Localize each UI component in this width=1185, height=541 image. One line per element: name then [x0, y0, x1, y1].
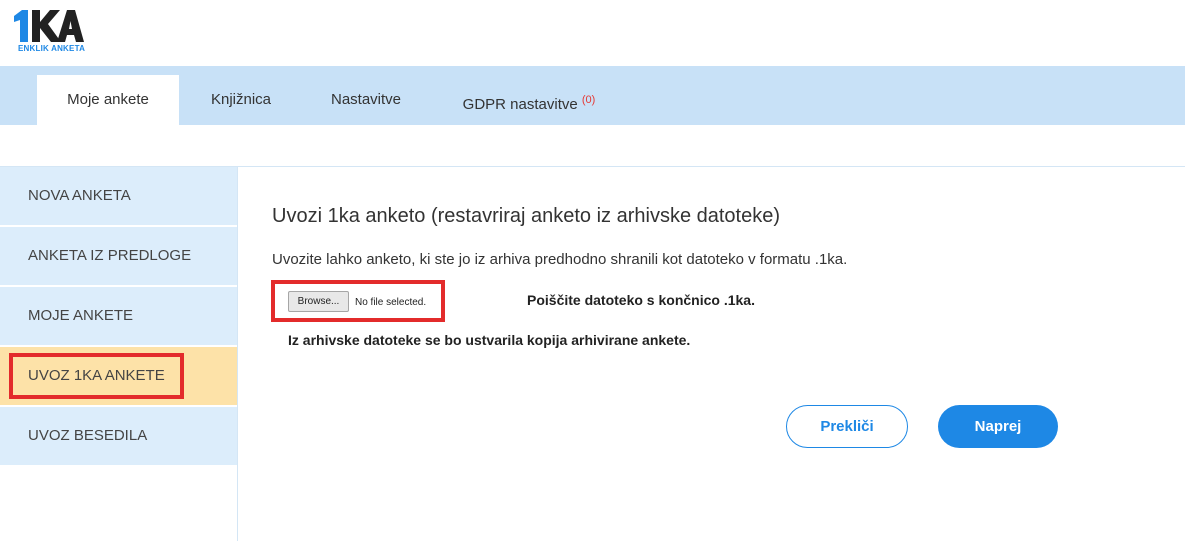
- page-title: Uvozi 1ka anketo (restavriraj anketo iz …: [272, 205, 781, 227]
- file-status-text: No file selected.: [355, 297, 427, 308]
- next-button[interactable]: Naprej: [938, 405, 1058, 448]
- sidebar-item-label: UVOZ 1KA ANKETE: [28, 367, 165, 384]
- browse-button[interactable]: Browse...: [288, 291, 349, 312]
- sidebar-item-label: MOJE ANKETE: [28, 307, 134, 324]
- main-navbar: Moje ankete Knjižnica Nastavitve GDPR na…: [0, 66, 1185, 125]
- tab-nastavitve[interactable]: Nastavitve: [315, 75, 417, 125]
- gdpr-badge: (0): [581, 94, 596, 106]
- page-description: Uvozite lahko anketo, ki ste jo iz arhiv…: [272, 251, 848, 268]
- tab-label: GDPR nastavitve: [462, 96, 578, 113]
- logo[interactable]: ENKLIK ANKETA: [12, 8, 102, 58]
- sidebar-item-anketa-iz-predloge[interactable]: ANKETA IZ PREDLOGE: [0, 227, 237, 285]
- header: ENKLIK ANKETA: [0, 0, 1185, 66]
- logo-subtitle: ENKLIK ANKETA: [18, 44, 86, 53]
- tab-label: Knjižnica: [210, 91, 272, 108]
- tab-knjiznica[interactable]: Knjižnica: [195, 75, 287, 125]
- sidebar-item-moje-ankete[interactable]: MOJE ANKETE: [0, 287, 237, 345]
- logo-mark-icon: [14, 10, 84, 42]
- sidebar-item-nova-anketa[interactable]: NOVA ANKETA: [0, 167, 237, 225]
- sidebar-item-label: ANKETA IZ PREDLOGE: [28, 247, 192, 264]
- import-note: Iz arhivske datoteke se bo ustvarila kop…: [288, 332, 691, 348]
- tab-moje-ankete[interactable]: Moje ankete: [37, 75, 179, 125]
- sidebar-border: [237, 167, 238, 541]
- sidebar-item-uvoz-besedila[interactable]: UVOZ BESEDILA: [0, 407, 237, 465]
- sidebar: NOVA ANKETA ANKETA IZ PREDLOGE MOJE ANKE…: [0, 167, 238, 541]
- file-hint: Poiščite datoteko s končnico .1ka.: [527, 292, 755, 308]
- tab-label: Moje ankete: [67, 91, 149, 108]
- sidebar-item-label: UVOZ BESEDILA: [28, 427, 148, 444]
- cancel-button[interactable]: Prekliči: [786, 405, 908, 448]
- tab-label: Nastavitve: [330, 91, 402, 108]
- sidebar-item-uvoz-1ka-ankete[interactable]: UVOZ 1KA ANKETE: [0, 347, 237, 405]
- sidebar-item-label: NOVA ANKETA: [28, 187, 131, 204]
- tab-gdpr-nastavitve[interactable]: GDPR nastavitve (0): [444, 75, 614, 125]
